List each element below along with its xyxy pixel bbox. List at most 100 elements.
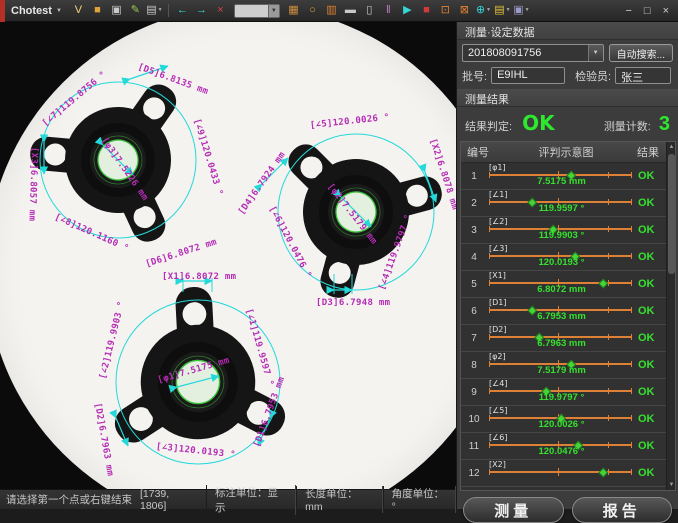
row-number: 11 [461, 433, 487, 459]
chevron-down-icon[interactable]: ▼ [506, 2, 511, 19]
back-icon[interactable]: ← [174, 2, 191, 19]
forward-icon[interactable]: → [193, 2, 210, 19]
result-badge: OK [638, 271, 666, 297]
result-badge: OK [638, 325, 666, 351]
row-number: 4 [461, 244, 487, 270]
row-number: 6 [461, 298, 487, 324]
row-number: 5 [461, 271, 487, 297]
scroll-down-icon[interactable]: ▼ [667, 480, 676, 490]
table-scrollbar[interactable]: ▲ ▼ [666, 142, 675, 490]
measured-value: 120.0476 ° [487, 446, 636, 457]
chevron-down-icon[interactable]: ▼ [525, 2, 530, 19]
header-no: 编号 [461, 144, 495, 160]
result-row[interactable]: 9 [∠4] 119.9797 ° OK [461, 379, 666, 406]
m-folder-icon[interactable]: ■ [89, 2, 106, 19]
report-button[interactable]: 报告 [572, 497, 673, 523]
close-button[interactable]: × [663, 5, 669, 17]
chevron-down-icon[interactable]: ▼ [486, 2, 491, 19]
chevron-down-icon[interactable]: ▼ [268, 5, 279, 17]
camera-icon[interactable]: ▣▼ [513, 2, 530, 19]
measure-button[interactable]: 测量 [463, 497, 564, 523]
edit-icon[interactable]: ✎ [127, 2, 144, 19]
result-row[interactable]: 3 [∠2] 119.9903 ° OK [461, 217, 666, 244]
box-icon[interactable]: ▤▼ [494, 2, 511, 19]
status-hint: 请选择第一个点或右键结束 [0, 492, 132, 507]
result-row[interactable]: 1 [φ1] 7.5175 mm OK [461, 163, 666, 190]
scroll-thumb[interactable] [668, 154, 675, 274]
capture-in-icon[interactable]: ⊡ [437, 2, 454, 19]
measured-value: 6.7963 mm [487, 338, 636, 349]
result-row[interactable]: 10 [∠5] 120.0026 ° OK [461, 406, 666, 433]
v-project-icon[interactable]: V [70, 2, 87, 19]
feature-label: [X2] [489, 460, 506, 469]
app-menu[interactable]: Chotest ▼ [5, 5, 69, 17]
result-row[interactable]: 4 [∠3] 120.0193 ° OK [461, 244, 666, 271]
ruler-icon[interactable]: ▥ [323, 2, 340, 19]
cursor-coordinates: [1739, 1806] [132, 488, 206, 512]
tolerance-diagram: [X1] 6.8072 mm [487, 271, 636, 297]
results-title: 测量结果 [457, 89, 678, 107]
minimize-button[interactable]: − [625, 5, 631, 17]
dataset-value: 201808091756 [463, 47, 588, 59]
measured-value: 6.8072 mm [487, 284, 636, 295]
chevron-down-icon: ▼ [56, 8, 62, 14]
row-number: 7 [461, 325, 487, 351]
auto-search-button[interactable]: 自动搜索... [609, 44, 673, 62]
result-row[interactable]: 5 [X1] 6.8072 mm OK [461, 271, 666, 298]
dimension-label: [D3]6.7948 mm [316, 298, 390, 308]
tolerance-diagram: [X2] [487, 460, 636, 486]
batch-field[interactable]: E9IHL [491, 67, 565, 84]
measured-value: 7.5175 mm [487, 176, 636, 187]
timer-icon[interactable]: ⊕▼ [475, 2, 492, 19]
image-search-icon[interactable]: ▦ [285, 2, 302, 19]
lamp-icon[interactable]: ▬ [342, 2, 359, 19]
flag-icon[interactable]: ▯ [361, 2, 378, 19]
save-icon[interactable]: ▣ [108, 2, 125, 19]
row-number: 10 [461, 406, 487, 432]
measurement-panel: 测量·设定数据 201808091756 ▼ 自动搜索... 批号: E9IHL… [456, 22, 678, 509]
result-badge: OK [638, 406, 666, 432]
feature-label: [∠6] [489, 433, 508, 442]
table-body: 1 [φ1] 7.5175 mm OK 2 [∠1] 119.9597 ° OK… [461, 163, 666, 490]
chevron-down-icon[interactable]: ▼ [588, 45, 603, 61]
result-row[interactable]: 11 [∠6] 120.0476 ° OK [461, 433, 666, 460]
maximize-button[interactable]: □ [644, 5, 651, 17]
row-number: 8 [461, 352, 487, 378]
panel-title: 测量·设定数据 [457, 22, 678, 40]
chevron-down-icon[interactable]: ▼ [158, 2, 163, 19]
measurement-canvas[interactable]: [D5]6.8135 mm[∠7]119.8756 °[∠9]120.0433 … [0, 22, 456, 489]
capture-out-icon[interactable]: ⊠ [456, 2, 473, 19]
result-row[interactable]: 12 [X2] OK [461, 460, 666, 487]
feature-label: [∠2] [489, 217, 508, 226]
result-row[interactable]: 7 [D2] 6.7963 mm OK [461, 325, 666, 352]
result-badge: OK [638, 217, 666, 243]
magnifier-icon[interactable]: ○ [304, 2, 321, 19]
feature-label: [φ1] [489, 163, 506, 172]
result-row[interactable]: 8 [φ2] 7.5179 mm OK [461, 352, 666, 379]
inspector-field[interactable]: 张三 [615, 67, 671, 84]
delete-icon[interactable]: × [212, 2, 229, 19]
row-number: 12 [461, 460, 487, 486]
result-badge: OK [638, 244, 666, 270]
dataset-dropdown[interactable]: 201808091756 ▼ [462, 44, 604, 62]
play-icon[interactable]: ▶ [399, 2, 416, 19]
result-badge: OK [638, 379, 666, 405]
result-badge: OK [638, 190, 666, 216]
result-row[interactable]: 6 [D1] 6.7953 mm OK [461, 298, 666, 325]
tolerance-diagram: [∠4] 119.9797 ° [487, 379, 636, 405]
status-bar: 请选择第一个点或右键结束 [1739, 1806] 标注单位：显示 长度单位：m… [0, 489, 456, 509]
toolbar-separator [168, 4, 169, 17]
record-icon[interactable]: ■ [418, 2, 435, 19]
result-row[interactable]: 2 [∠1] 119.9597 ° OK [461, 190, 666, 217]
zoom-combo[interactable]: ▼ [234, 4, 280, 18]
result-badge: OK [638, 433, 666, 459]
barcode-icon[interactable]: ‖ [380, 2, 397, 19]
result-badge: OK [638, 298, 666, 324]
tolerance-diagram: [φ1] 7.5175 mm [487, 163, 636, 189]
header-diagram: 评判示意图 [495, 144, 637, 160]
print-icon[interactable]: ▤▼ [146, 2, 163, 19]
results-table: 编号 评判示意图 结果 1 [φ1] 7.5175 mm OK 2 [∠1] 1… [460, 141, 676, 491]
feature-label: [∠3] [489, 244, 508, 253]
scroll-up-icon[interactable]: ▲ [667, 142, 676, 152]
result-badge: OK [638, 460, 666, 486]
